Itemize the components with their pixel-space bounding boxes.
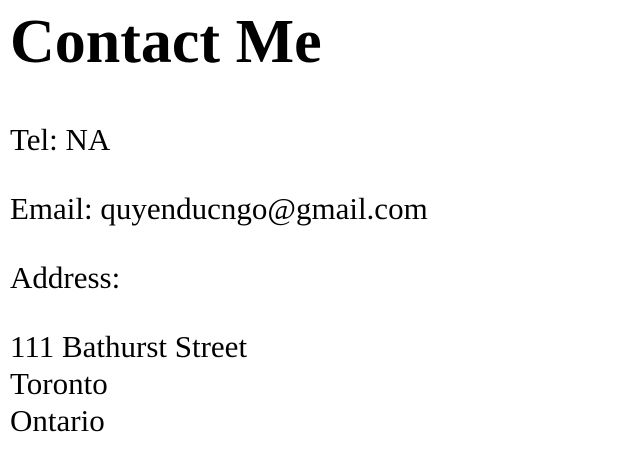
telephone-line: Tel: NA: [10, 122, 111, 157]
contact-page: Contact Me Tel: NA Email: quyenducngo@gm…: [0, 0, 622, 458]
address-block: 111 Bathurst Street Toronto Ontario: [10, 328, 247, 439]
address-label: Address:: [10, 260, 121, 295]
email-line: Email: quyenducngo@gmail.com: [10, 191, 428, 226]
address-line-province: Ontario: [10, 403, 105, 438]
address-line-street: 111 Bathurst Street: [10, 329, 248, 364]
address-line-city: Toronto: [10, 366, 108, 401]
page-title: Contact Me: [10, 8, 322, 76]
